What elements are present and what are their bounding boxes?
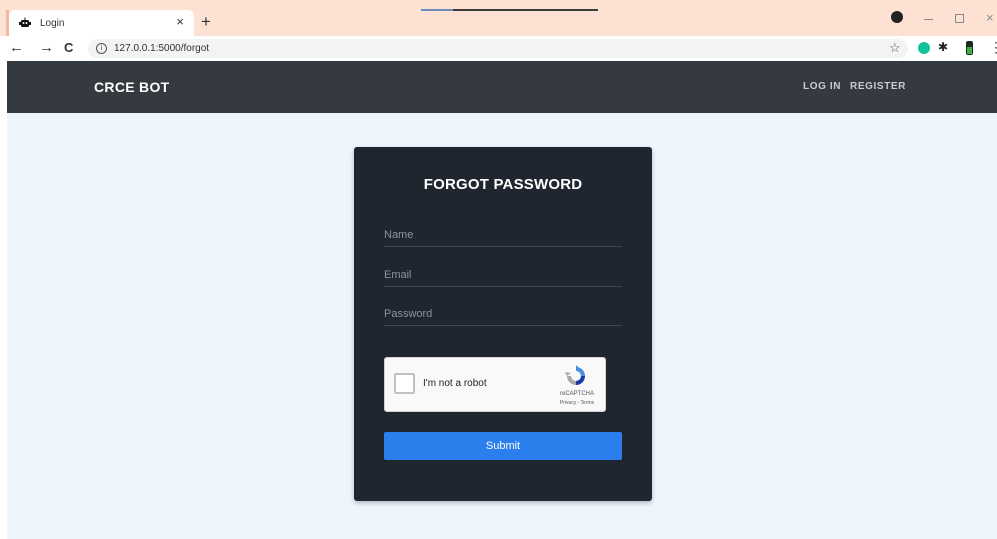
password-input[interactable] bbox=[384, 304, 622, 324]
window-close-icon[interactable]: × bbox=[986, 10, 994, 25]
browser-tabstrip: Login × + × bbox=[0, 0, 997, 36]
email-field bbox=[384, 265, 622, 287]
forward-arrow-icon[interactable]: → bbox=[39, 39, 54, 57]
grammarly-extension-icon[interactable] bbox=[918, 42, 930, 54]
robot-icon bbox=[18, 16, 32, 30]
loading-bar-progress bbox=[421, 9, 453, 11]
extensions-puzzle-icon[interactable]: ✱ bbox=[938, 40, 950, 54]
minimize-icon[interactable] bbox=[924, 19, 933, 20]
recaptcha-label: I'm not a robot bbox=[423, 378, 487, 389]
brand-logo[interactable]: CRCE BOT bbox=[94, 79, 170, 95]
url-text[interactable]: 127.0.0.1:5000/forgot bbox=[114, 43, 209, 54]
browser-menu-icon[interactable]: ⋮ bbox=[989, 39, 997, 56]
recaptcha-checkbox[interactable] bbox=[394, 373, 415, 394]
reload-icon[interactable]: C bbox=[64, 39, 73, 57]
address-bar[interactable]: i 127.0.0.1:5000/forgot bbox=[88, 39, 908, 58]
back-arrow-icon[interactable]: ← bbox=[9, 39, 24, 57]
password-field bbox=[384, 304, 622, 326]
browser-tab[interactable]: Login × bbox=[9, 10, 194, 36]
tab-close-icon[interactable]: × bbox=[176, 15, 184, 29]
email-input[interactable] bbox=[384, 265, 622, 285]
nav-links: LOG IN REGISTER bbox=[803, 81, 906, 92]
tab-title: Login bbox=[40, 17, 65, 29]
site-navbar: CRCE BOT LOG IN REGISTER bbox=[7, 61, 997, 113]
forgot-password-card: FORGOT PASSWORD I'm not a robot reCA bbox=[354, 147, 652, 501]
restore-icon[interactable] bbox=[955, 14, 964, 23]
page-body: CRCE BOT LOG IN REGISTER FORGOT PASSWORD… bbox=[7, 61, 997, 539]
name-field bbox=[384, 225, 622, 247]
recaptcha-links[interactable]: Privacy - Terms bbox=[553, 400, 601, 406]
login-link[interactable]: LOG IN bbox=[803, 81, 841, 92]
recaptcha-brand: reCAPTCHA bbox=[559, 391, 594, 397]
recaptcha-widget: I'm not a robot reCAPTCHA Privacy - Term… bbox=[384, 357, 606, 412]
register-link[interactable]: REGISTER bbox=[850, 81, 906, 92]
new-tab-button[interactable]: + bbox=[201, 13, 211, 31]
battery-extension-icon[interactable] bbox=[966, 41, 973, 55]
site-info-icon[interactable]: i bbox=[96, 43, 107, 54]
name-input[interactable] bbox=[384, 225, 622, 245]
recaptcha-logo-icon bbox=[564, 364, 588, 388]
browser-toolbar: ← → C i 127.0.0.1:5000/forgot ☆ ✱ ⋮ bbox=[0, 36, 997, 61]
submit-button[interactable]: Submit bbox=[384, 432, 622, 460]
bookmark-star-icon[interactable]: ☆ bbox=[889, 40, 901, 56]
profile-icon[interactable] bbox=[891, 11, 903, 23]
form-title: FORGOT PASSWORD bbox=[423, 176, 583, 193]
